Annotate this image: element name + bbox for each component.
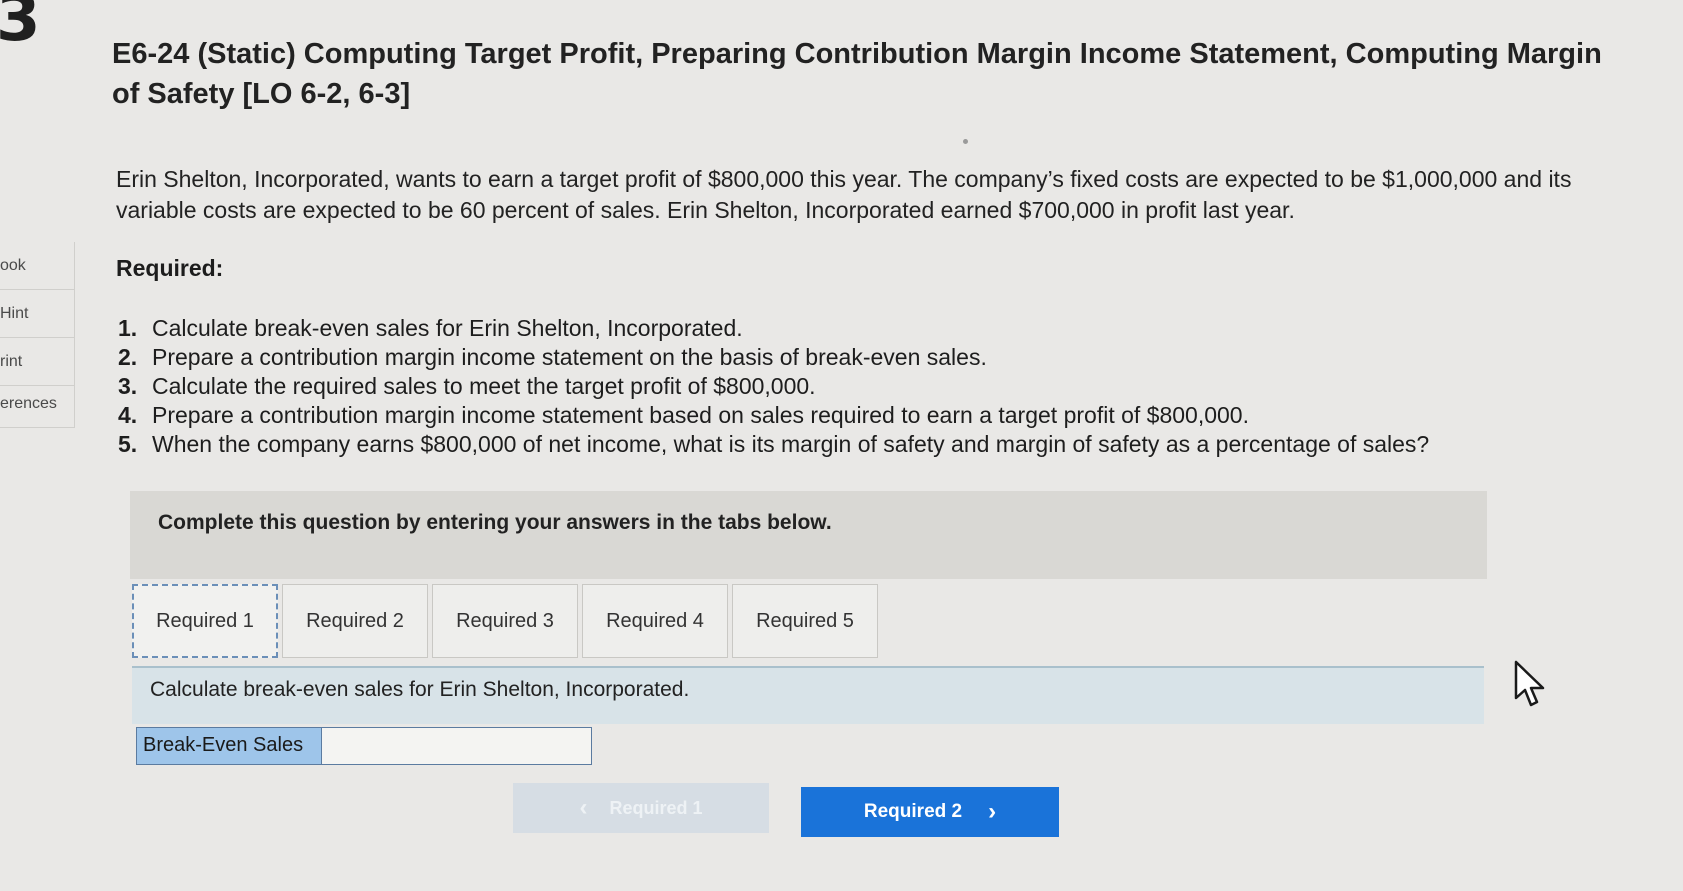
list-item: 1. Calculate break-even sales for Erin Sh… [118,315,743,341]
prev-button[interactable]: ‹ Required 1 [513,783,769,833]
list-item: 2. Prepare a contribution margin income s… [118,344,987,370]
break-even-sales-input[interactable] [322,728,591,764]
next-button-label: Required 2 [863,801,963,822]
page-title: E6-24 (Static) Computing Target Profit, … [112,38,1602,110]
list-item: 5. When the company earns $800,000 of net… [118,431,1430,457]
list-item: 4. Prepare a contribution margin income s… [118,402,1249,428]
required-heading: Required: [116,255,224,281]
requirement-tabs: Required 1 Required 2 Required 3 Require… [132,584,882,662]
instruction-banner: Complete this question by entering your … [130,491,1487,579]
sidebar-item-hint[interactable]: Hint [0,290,75,338]
tab-required-5[interactable]: Required 5 [732,584,878,658]
sidebar-item-label: ook [0,256,26,274]
question-number: 3 [0,0,41,56]
requirements-list: 1. Calculate break-even sales for Erin Sh… [118,314,1638,459]
mouse-cursor-icon [1514,660,1545,707]
answer-row: Break-Even Sales [136,727,592,765]
sidebar-item-label: Hint [0,304,29,322]
problem-intro: Erin Shelton, Incorporated, wants to ear… [116,166,1572,223]
sidebar-item-references[interactable]: erences [0,380,75,428]
sidebar-item-print[interactable]: rint [0,338,75,386]
answer-label: Break-Even Sales [137,728,322,764]
sidebar: 3 ook Hint rint erences [0,0,78,891]
tab-required-1[interactable]: Required 1 [132,584,278,658]
sidebar-item-ebook[interactable]: ook [0,242,75,290]
next-button[interactable]: Required 2 › [801,787,1059,837]
stray-dot [963,139,968,144]
prev-button-label: Required 1 [609,797,703,818]
tab-prompt: Calculate break-even sales for Erin Shel… [132,666,1484,724]
tab-required-3[interactable]: Required 3 [432,584,578,658]
sidebar-item-label: erences [0,394,57,412]
chevron-right-icon: › [988,798,997,825]
list-item: 3. Calculate the required sales to meet t… [118,373,816,399]
tab-required-4[interactable]: Required 4 [582,584,728,658]
tab-required-2[interactable]: Required 2 [282,584,428,658]
sidebar-item-label: rint [0,352,23,370]
chevron-left-icon: ‹ [579,794,588,821]
